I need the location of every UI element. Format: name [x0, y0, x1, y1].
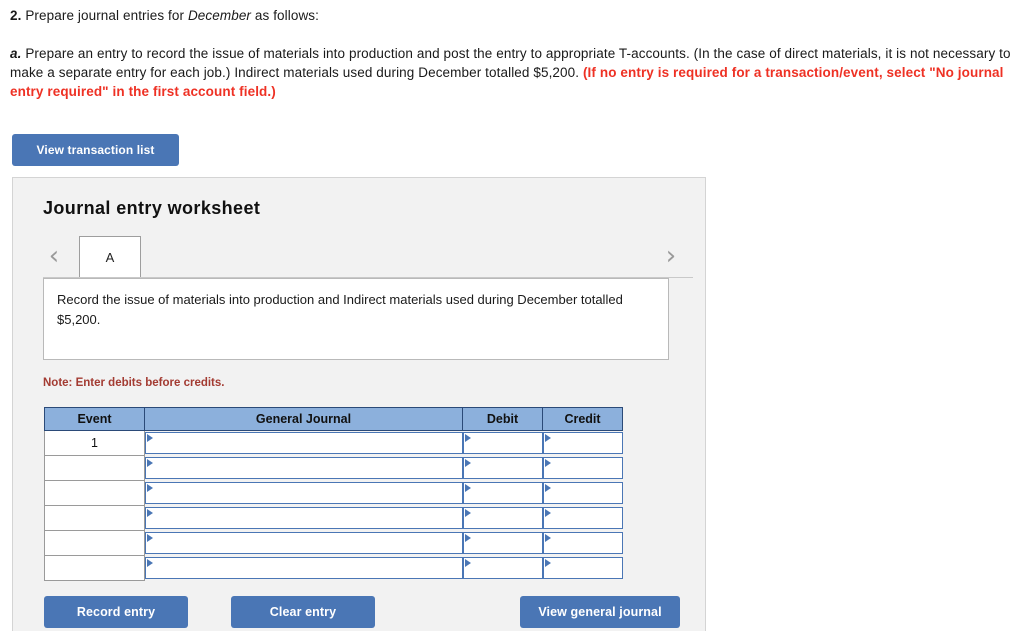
table-row: 1 — [44, 430, 623, 456]
journal-entry-table: Event General Journal Debit Credit 1 — [44, 407, 623, 581]
debit-cell[interactable] — [462, 555, 543, 581]
question-text-tail: as follows: — [251, 8, 320, 23]
credit-cell[interactable] — [542, 505, 623, 531]
table-row — [44, 530, 623, 556]
table-row — [44, 505, 623, 531]
general-journal-cell[interactable] — [144, 530, 463, 556]
chevron-right-icon[interactable]: › — [660, 242, 682, 270]
general-journal-cell[interactable] — [144, 555, 463, 581]
debit-cell[interactable] — [462, 455, 543, 481]
general-journal-account-select[interactable] — [145, 481, 463, 504]
question-part-a: a. Prepare an entry to record the issue … — [10, 44, 1014, 101]
worksheet-tab-a[interactable]: A — [79, 236, 141, 277]
debit-cell[interactable] — [462, 505, 543, 531]
table-row — [44, 555, 623, 581]
credit-cell[interactable] — [542, 430, 623, 456]
credit-input[interactable] — [542, 432, 623, 454]
general-journal-account-select[interactable] — [145, 456, 463, 479]
column-header-debit: Debit — [462, 407, 543, 431]
credit-cell[interactable] — [542, 530, 623, 556]
worksheet-title: Journal entry worksheet — [43, 198, 261, 218]
general-journal-account-select[interactable] — [145, 506, 463, 529]
credit-input[interactable] — [542, 556, 623, 579]
question-number: 2. — [10, 8, 22, 23]
part-label: a. — [10, 46, 22, 61]
debit-input[interactable] — [462, 531, 543, 554]
table-row — [44, 480, 623, 506]
general-journal-account-select[interactable] — [145, 432, 463, 454]
column-header-event: Event — [44, 407, 145, 431]
event-number-cell — [44, 455, 145, 481]
credit-input[interactable] — [542, 531, 623, 554]
column-header-credit: Credit — [542, 407, 623, 431]
journal-entry-worksheet-panel: Journal entry worksheet ‹ A › Record the… — [12, 177, 706, 631]
debit-input[interactable] — [462, 556, 543, 579]
view-transaction-list-button[interactable]: View transaction list — [12, 134, 179, 166]
column-header-general-journal: General Journal — [144, 407, 463, 431]
chevron-left-icon[interactable]: ‹ — [43, 242, 65, 270]
event-number-cell — [44, 480, 145, 506]
event-number-cell — [44, 505, 145, 531]
debit-input[interactable] — [462, 432, 543, 454]
general-journal-cell[interactable] — [144, 430, 463, 456]
event-number-cell — [44, 530, 145, 556]
general-journal-cell[interactable] — [144, 505, 463, 531]
clear-entry-button[interactable]: Clear entry — [231, 596, 375, 628]
debit-cell[interactable] — [462, 430, 543, 456]
worksheet-tabstrip: ‹ A › — [43, 234, 693, 279]
debit-input[interactable] — [462, 506, 543, 529]
question-month: December — [187, 8, 252, 23]
general-journal-account-select[interactable] — [145, 556, 463, 579]
debit-input[interactable] — [462, 456, 543, 479]
event-number-cell: 1 — [44, 430, 145, 456]
general-journal-account-select[interactable] — [145, 531, 463, 554]
page-root: 2. Prepare journal entries for December … — [0, 0, 1024, 631]
transaction-description-box: Record the issue of materials into produ… — [43, 278, 669, 360]
credit-input[interactable] — [542, 506, 623, 529]
question-text-lead: Prepare journal entries for — [21, 8, 188, 23]
general-journal-cell[interactable] — [144, 480, 463, 506]
problem-statement: 2. Prepare journal entries for December … — [10, 6, 1014, 101]
view-general-journal-button[interactable]: View general journal — [520, 596, 680, 628]
table-header-row: Event General Journal Debit Credit — [44, 407, 623, 431]
credit-cell[interactable] — [542, 480, 623, 506]
debit-cell[interactable] — [462, 530, 543, 556]
record-entry-button[interactable]: Record entry — [44, 596, 188, 628]
credit-cell[interactable] — [542, 455, 623, 481]
event-number-cell — [44, 555, 145, 581]
credit-cell[interactable] — [542, 555, 623, 581]
credit-input[interactable] — [542, 456, 623, 479]
credit-input[interactable] — [542, 481, 623, 504]
general-journal-cell[interactable] — [144, 455, 463, 481]
question-line: 2. Prepare journal entries for December … — [10, 6, 1014, 25]
debit-input[interactable] — [462, 481, 543, 504]
transaction-description-text: Record the issue of materials into produ… — [57, 292, 623, 327]
table-row — [44, 455, 623, 481]
debit-cell[interactable] — [462, 480, 543, 506]
debits-before-credits-note: Note: Enter debits before credits. — [43, 377, 225, 389]
